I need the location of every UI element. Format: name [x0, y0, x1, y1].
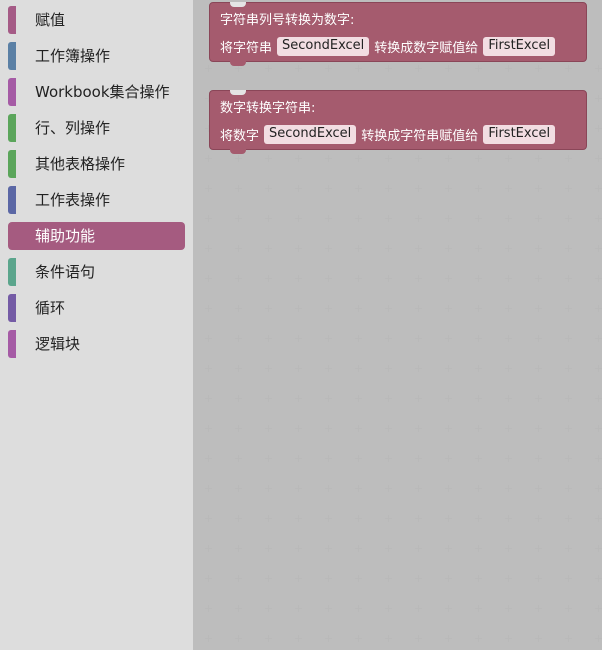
category-color-bar: [8, 42, 16, 70]
category-color-bar: [8, 6, 16, 34]
category-label: 工作表操作: [35, 191, 111, 209]
block-text-prefix: 将数字: [220, 129, 260, 144]
category-label: 条件语句: [35, 263, 96, 281]
category-color-bar: [8, 330, 16, 358]
block-string-column-to-number[interactable]: 字符串列号转换为数字: 将字符串 SecondExcel 转换成数字赋值给 Fi…: [209, 2, 587, 66]
category-logic[interactable]: 逻辑块: [8, 330, 185, 358]
block-notch: [230, 90, 246, 95]
block-tab: [230, 61, 246, 66]
category-label: 逻辑块: [35, 335, 81, 353]
category-color-bar: [8, 258, 16, 286]
category-label: 辅助功能: [35, 227, 96, 245]
category-workbook-collection[interactable]: Workbook集合操作: [8, 78, 185, 106]
category-other-table-ops[interactable]: 其他表格操作: [8, 150, 185, 178]
category-label: 其他表格操作: [35, 155, 126, 173]
source-variable-dropdown[interactable]: SecondExcel: [277, 37, 370, 56]
category-label: Workbook集合操作: [35, 83, 170, 101]
grid-marks: [205, 65, 602, 642]
block-title: 字符串列号转换为数字:: [220, 13, 355, 28]
block-text-middle: 转换成字符串赋值给: [361, 129, 479, 144]
target-variable-dropdown[interactable]: FirstExcel: [483, 125, 556, 144]
category-loops[interactable]: 循环: [8, 294, 185, 322]
category-color-bar: [8, 186, 16, 214]
category-color-bar: [8, 114, 16, 142]
block-title: 数字转换字符串:: [220, 101, 316, 116]
toolbox: 赋值 工作簿操作 Workbook集合操作 行、列操作 其他表格操作 工作表操作…: [0, 0, 193, 650]
block-row: 将数字 SecondExcel 转换成字符串赋值给 FirstExcel: [220, 125, 556, 144]
category-label: 工作簿操作: [35, 47, 111, 65]
category-color-bar: [8, 294, 16, 322]
block-row: 将字符串 SecondExcel 转换成数字赋值给 FirstExcel: [220, 37, 556, 56]
target-variable-dropdown[interactable]: FirstExcel: [483, 37, 556, 56]
category-assign[interactable]: 赋值: [8, 6, 185, 34]
block-text-prefix: 将字符串: [220, 41, 273, 56]
category-label: 赋值: [35, 11, 66, 29]
category-helper-functions[interactable]: 辅助功能: [8, 222, 185, 250]
block-tab: [230, 149, 246, 154]
block-notch: [230, 2, 246, 7]
category-color-bar: [8, 150, 16, 178]
category-row-column-ops[interactable]: 行、列操作: [8, 114, 185, 142]
category-worksheet-ops[interactable]: 工作表操作: [8, 186, 185, 214]
category-label: 循环: [35, 299, 66, 317]
block-number-to-string[interactable]: 数字转换字符串: 将数字 SecondExcel 转换成字符串赋值给 First…: [209, 90, 587, 154]
category-conditionals[interactable]: 条件语句: [8, 258, 185, 286]
source-variable-dropdown[interactable]: SecondExcel: [264, 125, 357, 144]
block-text-middle: 转换成数字赋值给: [374, 41, 479, 56]
category-color-bar: [8, 78, 16, 106]
category-workbook-ops[interactable]: 工作簿操作: [8, 42, 185, 70]
category-label: 行、列操作: [35, 119, 111, 137]
